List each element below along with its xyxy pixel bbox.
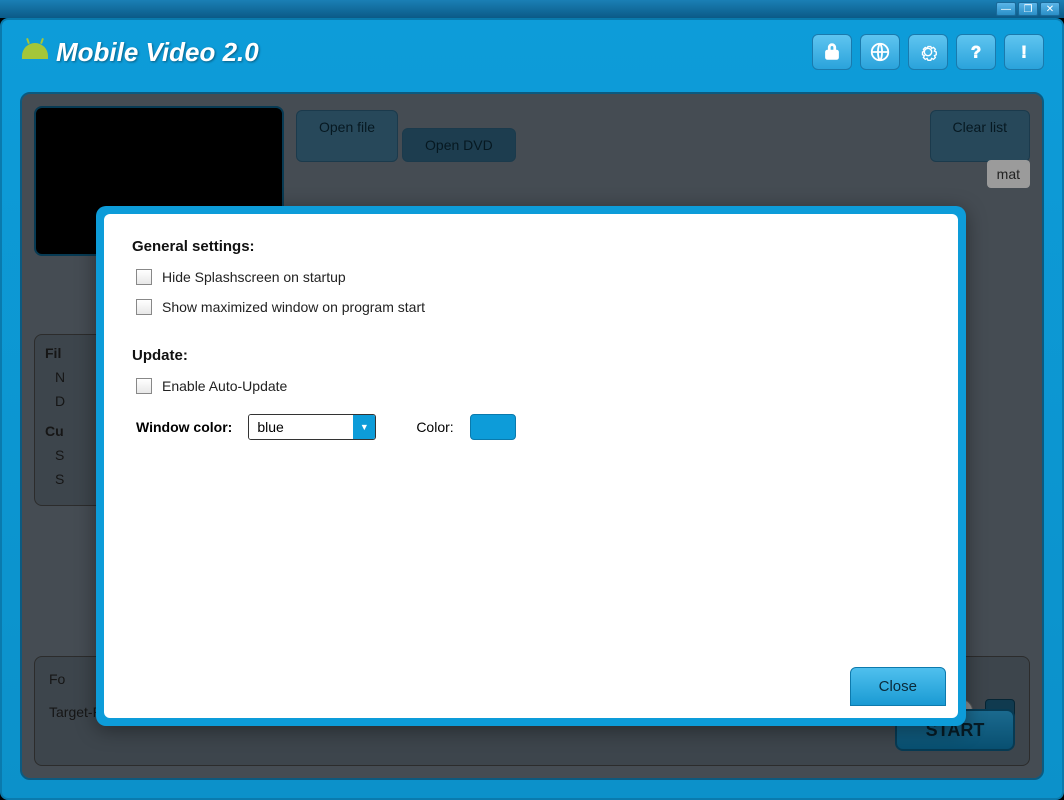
hide-splash-row: Hide Splashscreen on startup [136, 269, 930, 285]
auto-update-label: Enable Auto-Update [162, 378, 287, 394]
window-titlebar: — ❐ ✕ [0, 0, 1064, 18]
auto-update-row: Enable Auto-Update [136, 378, 930, 394]
window-color-label: Window color: [136, 419, 232, 435]
globe-button[interactable] [860, 34, 900, 70]
show-maximized-checkbox[interactable] [136, 299, 152, 315]
help-icon: ? [965, 41, 987, 63]
lock-button[interactable] [812, 34, 852, 70]
settings-dialog: General settings: Hide Splashscreen on s… [96, 206, 966, 726]
show-maximized-label: Show maximized window on program start [162, 299, 425, 315]
color-label: Color: [416, 419, 453, 435]
app-title: Mobile Video 2.0 [56, 37, 259, 68]
maximize-icon: ❐ [1024, 4, 1033, 15]
minimize-button[interactable]: — [996, 2, 1016, 16]
close-window-button[interactable]: ✕ [1040, 2, 1060, 16]
minimize-icon: — [1001, 4, 1011, 15]
hide-splash-label: Hide Splashscreen on startup [162, 269, 346, 285]
window-color-row: Window color: blue ▼ Color: [136, 414, 930, 440]
close-button[interactable]: Close [850, 667, 946, 706]
lock-icon [821, 41, 843, 63]
svg-text:?: ? [971, 44, 981, 62]
update-title: Update: [132, 347, 930, 364]
android-icon [20, 37, 50, 67]
settings-dialog-content: General settings: Hide Splashscreen on s… [104, 214, 958, 718]
auto-update-checkbox[interactable] [136, 378, 152, 394]
color-swatch[interactable] [470, 414, 516, 440]
hide-splash-checkbox[interactable] [136, 269, 152, 285]
svg-text:!: ! [1021, 44, 1027, 62]
general-settings-title: General settings: [132, 238, 930, 255]
help-button[interactable]: ? [956, 34, 996, 70]
exclamation-icon: ! [1013, 41, 1035, 63]
chevron-down-icon[interactable]: ▼ [353, 415, 375, 439]
settings-button[interactable] [908, 34, 948, 70]
window-color-value: blue [249, 415, 353, 439]
app-header: Mobile Video 2.0 ? ! [10, 28, 1054, 76]
gear-icon [917, 41, 939, 63]
maximize-button[interactable]: ❐ [1018, 2, 1038, 16]
globe-icon [869, 41, 891, 63]
logo-area: Mobile Video 2.0 [20, 37, 259, 68]
info-button[interactable]: ! [1004, 34, 1044, 70]
show-maximized-row: Show maximized window on program start [136, 299, 930, 315]
window-color-combo[interactable]: blue ▼ [248, 414, 376, 440]
header-buttons: ? ! [812, 34, 1044, 70]
close-icon: ✕ [1046, 4, 1054, 15]
